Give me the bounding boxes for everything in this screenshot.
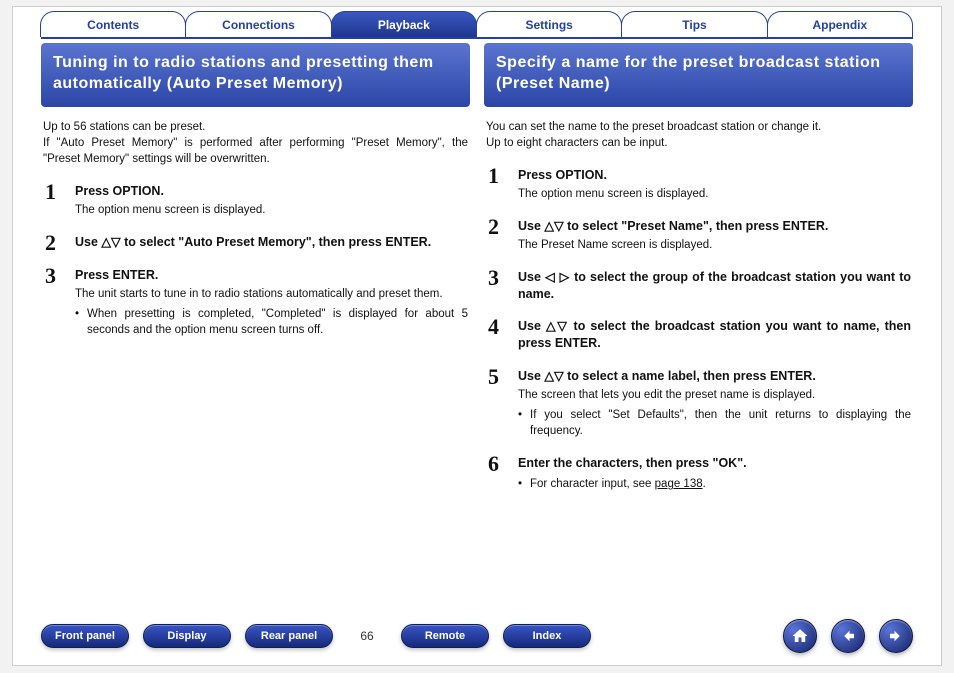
left-steps: Press OPTION. The option menu screen is … (41, 177, 470, 348)
right-step-2: Use △▽ to select "Preset Name", then pre… (484, 212, 913, 263)
left-intro: Up to 56 stations can be preset. If "Aut… (43, 119, 468, 167)
left-intro-line1: Up to 56 stations can be preset. (43, 121, 205, 133)
index-button[interactable]: Index (503, 624, 591, 648)
tab-appendix[interactable]: Appendix (767, 11, 913, 37)
right-steps: Press OPTION. The option menu screen is … (484, 161, 913, 503)
remote-button[interactable]: Remote (401, 624, 489, 648)
right-step-6: Enter the characters, then press "OK". F… (484, 449, 913, 502)
left-step-1: Press OPTION. The option menu screen is … (41, 177, 470, 228)
home-icon (791, 627, 809, 645)
left-step-3-sub: The unit starts to tune in to radio stat… (75, 286, 468, 302)
arrow-left-icon (839, 627, 857, 645)
right-step-5: Use △▽ to select a name label, then pres… (484, 362, 913, 449)
right-intro-line2: Up to eight characters can be input. (486, 137, 668, 149)
arrow-right-icon (887, 627, 905, 645)
right-step-6-bullet: For character input, see page 138. (518, 476, 911, 492)
display-button[interactable]: Display (143, 624, 231, 648)
left-step-3-bullet: When presetting is completed, "Completed… (75, 306, 468, 338)
home-button[interactable] (783, 619, 817, 653)
manual-page: Contents Connections Playback Settings T… (12, 6, 942, 666)
footer-bar: Front panel Display Rear panel 66 Remote… (13, 619, 941, 665)
tab-playback[interactable]: Playback (331, 11, 477, 37)
right-step-5-title: Use △▽ to select a name label, then pres… (518, 368, 911, 385)
next-button[interactable] (879, 619, 913, 653)
rear-panel-button[interactable]: Rear panel (245, 624, 333, 648)
front-panel-button[interactable]: Front panel (41, 624, 129, 648)
right-step-4-title: Use △▽ to select the broadcast station y… (518, 318, 911, 352)
left-step-2-title: Use △▽ to select "Auto Preset Memory", t… (75, 234, 468, 251)
right-step-1: Press OPTION. The option menu screen is … (484, 161, 913, 212)
right-step-1-sub: The option menu screen is displayed. (518, 186, 911, 202)
right-step-6-title: Enter the characters, then press "OK". (518, 455, 911, 472)
right-step-5-sub: The screen that lets you edit the preset… (518, 387, 911, 403)
left-step-3-title: Press ENTER. (75, 267, 468, 284)
right-step-1-title: Press OPTION. (518, 167, 911, 184)
tab-contents[interactable]: Contents (40, 11, 186, 37)
right-section-title: Specify a name for the preset broadcast … (484, 43, 913, 107)
right-step-2-sub: The Preset Name screen is displayed. (518, 237, 911, 253)
left-section-title: Tuning in to radio stations and presetti… (41, 43, 470, 107)
tab-connections[interactable]: Connections (185, 11, 331, 37)
top-tabs: Contents Connections Playback Settings T… (13, 7, 941, 37)
page-138-link[interactable]: page 138 (655, 478, 703, 490)
right-step-6-bullet-suffix: . (703, 478, 706, 490)
right-intro-line1: You can set the name to the preset broad… (486, 121, 821, 133)
right-step-2-title: Use △▽ to select "Preset Name", then pre… (518, 218, 911, 235)
right-step-4: Use △▽ to select the broadcast station y… (484, 312, 913, 362)
prev-button[interactable] (831, 619, 865, 653)
right-step-3: Use ◁ ▷ to select the group of the broad… (484, 263, 913, 313)
right-column: Specify a name for the preset broadcast … (484, 39, 913, 619)
tab-tips[interactable]: Tips (621, 11, 767, 37)
left-step-1-title: Press OPTION. (75, 183, 468, 200)
left-step-2: Use △▽ to select "Auto Preset Memory", t… (41, 228, 470, 261)
right-step-3-title: Use ◁ ▷ to select the group of the broad… (518, 269, 911, 303)
left-intro-line2: If "Auto Preset Memory" is performed aft… (43, 137, 468, 165)
page-number: 66 (347, 629, 387, 643)
right-step-5-bullet: If you select "Set Defaults", then the u… (518, 407, 911, 439)
left-step-3: Press ENTER. The unit starts to tune in … (41, 261, 470, 348)
left-step-1-sub: The option menu screen is displayed. (75, 202, 468, 218)
tab-settings[interactable]: Settings (476, 11, 622, 37)
left-column: Tuning in to radio stations and presetti… (41, 39, 470, 619)
right-intro: You can set the name to the preset broad… (486, 119, 911, 151)
right-step-6-bullet-prefix: For character input, see (530, 478, 655, 490)
